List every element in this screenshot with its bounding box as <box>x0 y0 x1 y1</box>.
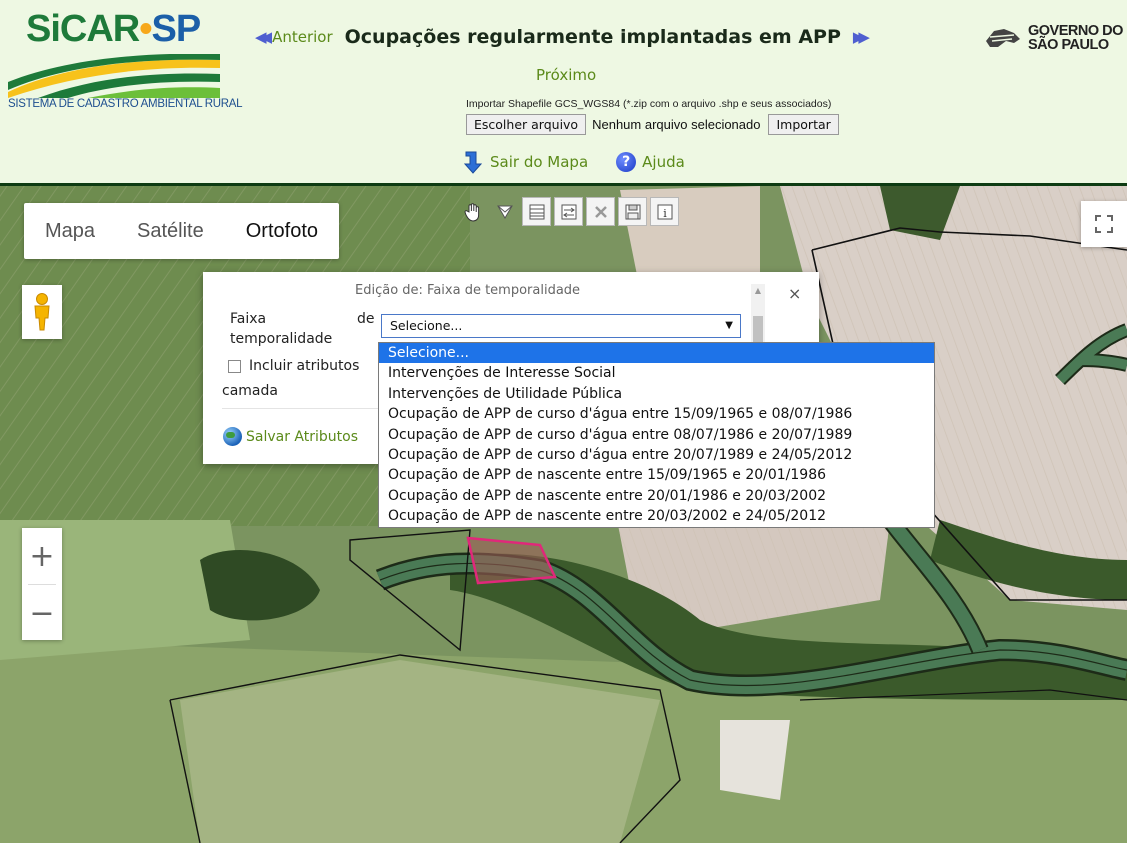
logo-name: SiCAR <box>26 8 140 50</box>
option-interesse-social[interactable]: Intervenções de Interesse Social <box>379 363 934 383</box>
option-curso-agua-1986-1989[interactable]: Ocupação de APP de curso d'água entre 08… <box>379 425 934 445</box>
field-label-de: de <box>357 311 375 327</box>
chevron-down-icon: ▼ <box>725 320 733 331</box>
include-attributes-label: Incluir atributos <box>249 358 360 374</box>
sicar-logo: SiCAR•SP SISTEMA DE CADASTRO AMBIENTAL R… <box>8 8 243 110</box>
next-arrow-icon[interactable]: ▶▶ <box>853 28 870 46</box>
exit-map-link[interactable]: Sair do Mapa <box>490 153 588 171</box>
page-title: Ocupações regularmente implantadas em AP… <box>344 26 841 48</box>
delete-icon[interactable] <box>586 197 615 226</box>
include-attributes-label-cont: camada <box>222 383 278 399</box>
option-curso-agua-1965-1986[interactable]: Ocupação de APP de curso d'água entre 15… <box>379 404 934 424</box>
import-button[interactable]: Importar <box>768 114 839 135</box>
dialog-divider <box>222 408 392 409</box>
option-utilidade-publica[interactable]: Intervenções de Utilidade Pública <box>379 384 934 404</box>
gov-logo-line1: GOVERNO DO <box>1028 23 1123 39</box>
drawing-toolbar: i <box>458 197 679 226</box>
dialog-title: Edição de: Faixa de temporalidade <box>355 283 581 298</box>
help-icon[interactable]: ? <box>616 152 637 172</box>
scroll-up-icon[interactable]: ▲ <box>751 286 765 295</box>
exit-map-icon[interactable] <box>462 150 484 174</box>
import-label: Importar Shapefile GCS_WGS84 (*.zip com … <box>466 98 832 110</box>
fullscreen-icon[interactable] <box>1081 201 1127 247</box>
gov-sp-map-icon <box>986 29 1020 47</box>
help-link[interactable]: Ajuda <box>642 153 685 171</box>
zoom-in-button[interactable]: + <box>22 528 62 584</box>
include-attributes-checkbox[interactable] <box>228 360 241 373</box>
temporalidade-options-list: Selecione... Intervenções de Interesse S… <box>378 342 935 528</box>
gov-logo-line2: SÃO PAULO <box>1028 37 1109 53</box>
logo-stripes-graphic <box>8 54 220 98</box>
next-link[interactable]: Próximo <box>536 66 596 84</box>
select-value: Selecione... <box>390 318 463 333</box>
hand-pan-icon[interactable] <box>458 197 487 226</box>
option-nascente-1965-1986[interactable]: Ocupação de APP de nascente entre 15/09/… <box>379 465 934 485</box>
choose-file-button[interactable]: Escolher arquivo <box>466 114 587 135</box>
option-curso-agua-1989-2012[interactable]: Ocupação de APP de curso d'água entre 20… <box>379 445 934 465</box>
option-nascente-1986-2002[interactable]: Ocupação de APP de nascente entre 20/01/… <box>379 486 934 506</box>
previous-link[interactable]: ◀◀ Anterior <box>255 28 333 46</box>
field-label-faixa: Faixa <box>230 311 267 327</box>
map-type-control: Mapa Satélite Ortofoto <box>24 203 340 259</box>
street-view-pegman-icon[interactable] <box>22 285 62 339</box>
no-file-label: Nenhum arquivo selecionado <box>592 117 761 132</box>
header-links: Sair do Mapa ? Ajuda <box>462 150 685 174</box>
globe-icon <box>223 427 242 446</box>
svg-text:i: i <box>663 207 667 220</box>
logo-subtitle: SISTEMA DE CADASTRO AMBIENTAL RURAL <box>8 98 243 110</box>
select-arrow-icon[interactable] <box>490 197 519 226</box>
nav-row: ◀◀ Anterior Ocupações regularmente impla… <box>255 22 870 52</box>
option-nascente-2002-2012[interactable]: Ocupação de APP de nascente entre 20/03/… <box>379 506 934 526</box>
map-type-mapa[interactable]: Mapa <box>24 203 116 259</box>
previous-label: Anterior <box>272 28 333 46</box>
app-header: SiCAR•SP SISTEMA DE CADASTRO AMBIENTAL R… <box>0 0 1127 186</box>
temporalidade-select[interactable]: Selecione... ▼ <box>381 314 741 338</box>
save-disk-icon[interactable] <box>618 197 647 226</box>
table-icon[interactable] <box>522 197 551 226</box>
split-icon[interactable] <box>554 197 583 226</box>
file-upload-row: Escolher arquivo Nenhum arquivo selecion… <box>466 114 839 135</box>
map-type-satelite[interactable]: Satélite <box>116 203 225 259</box>
field-label-temporalidade: temporalidade <box>230 331 333 347</box>
option-selecione[interactable]: Selecione... <box>379 343 934 364</box>
logo-suffix: SP <box>151 8 202 50</box>
zoom-control: + − <box>22 528 62 640</box>
close-icon[interactable]: × <box>788 284 801 303</box>
save-attributes-label: Salvar Atributos <box>246 428 358 445</box>
map-type-ortofoto[interactable]: Ortofoto <box>225 203 339 259</box>
save-attributes-link[interactable]: Salvar Atributos <box>223 427 358 446</box>
zoom-out-button[interactable]: − <box>22 585 62 641</box>
previous-arrow-icon: ◀◀ <box>255 28 272 46</box>
gov-sp-logo: GOVERNO DO SÃO PAULO <box>984 24 1123 52</box>
info-icon[interactable]: i <box>650 197 679 226</box>
